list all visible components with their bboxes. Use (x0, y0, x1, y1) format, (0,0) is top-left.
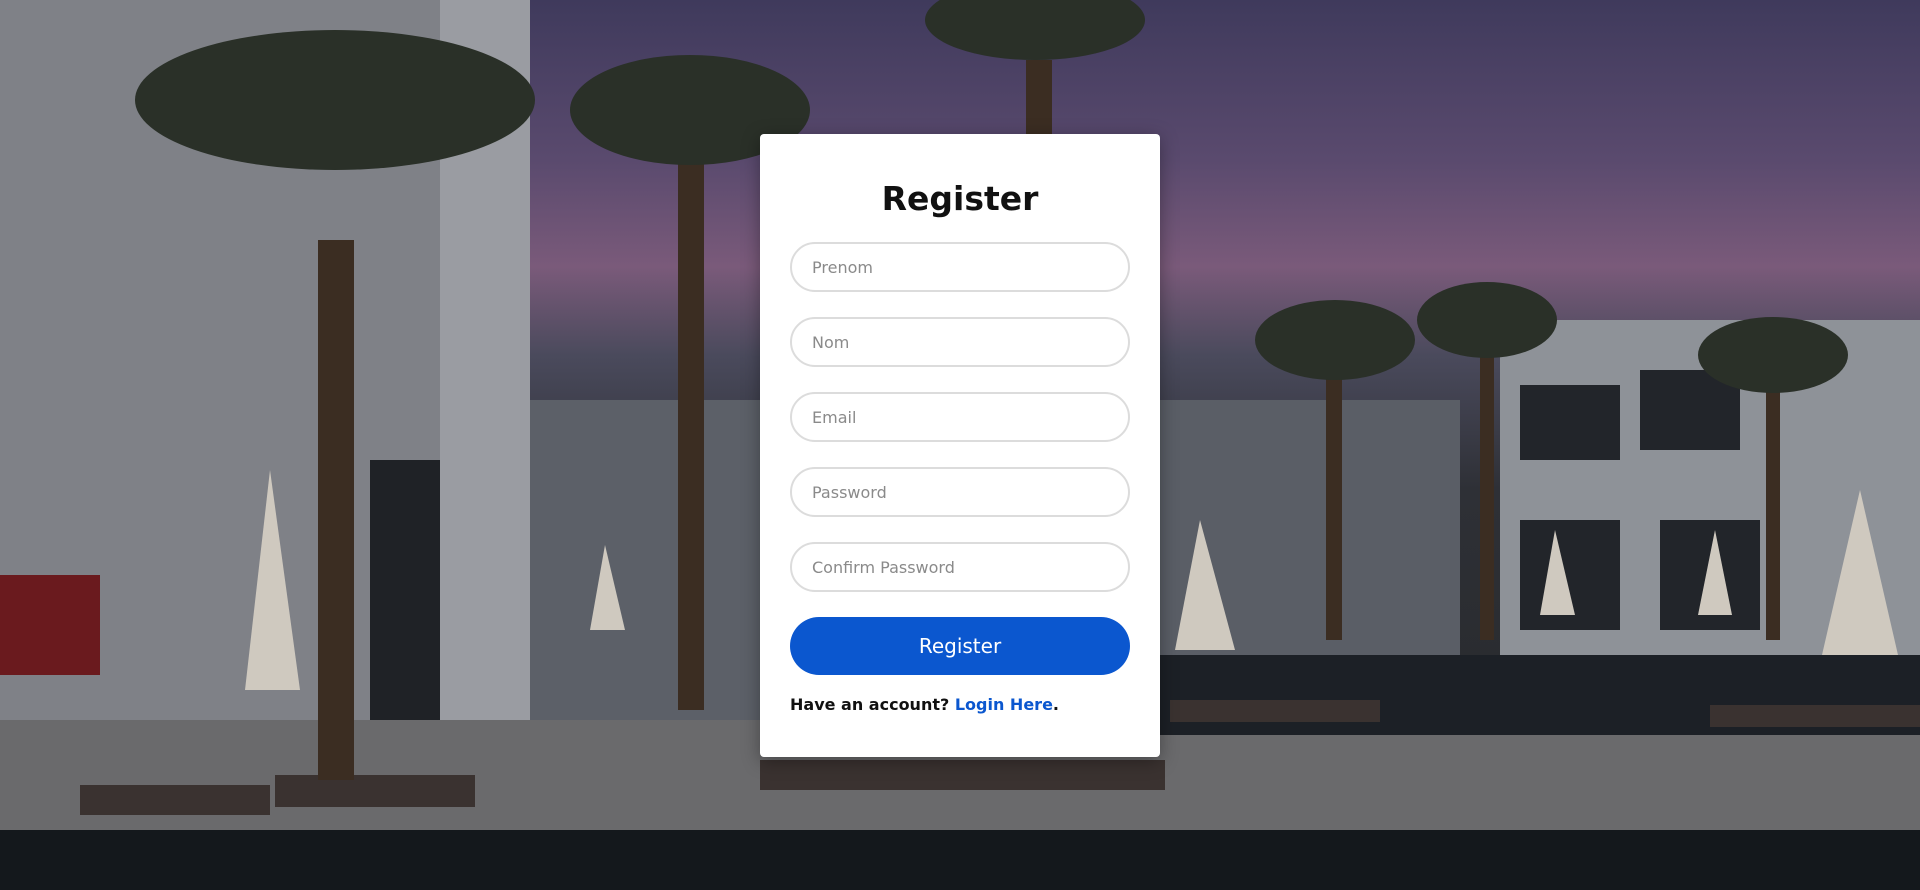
login-link[interactable]: Login Here (955, 695, 1053, 714)
login-prompt: Have an account? Login Here. (790, 695, 1130, 714)
email-field[interactable] (790, 392, 1130, 442)
register-title: Register (881, 179, 1039, 218)
register-card: Register Register Have an account? Login… (760, 134, 1160, 757)
register-button[interactable]: Register (790, 617, 1130, 675)
register-fields (790, 242, 1130, 592)
nom-field[interactable] (790, 317, 1130, 367)
password-field[interactable] (790, 467, 1130, 517)
prenom-field[interactable] (790, 242, 1130, 292)
confirm-password-field[interactable] (790, 542, 1130, 592)
login-prompt-text: Have an account? (790, 695, 950, 714)
login-prompt-suffix: . (1052, 695, 1059, 714)
